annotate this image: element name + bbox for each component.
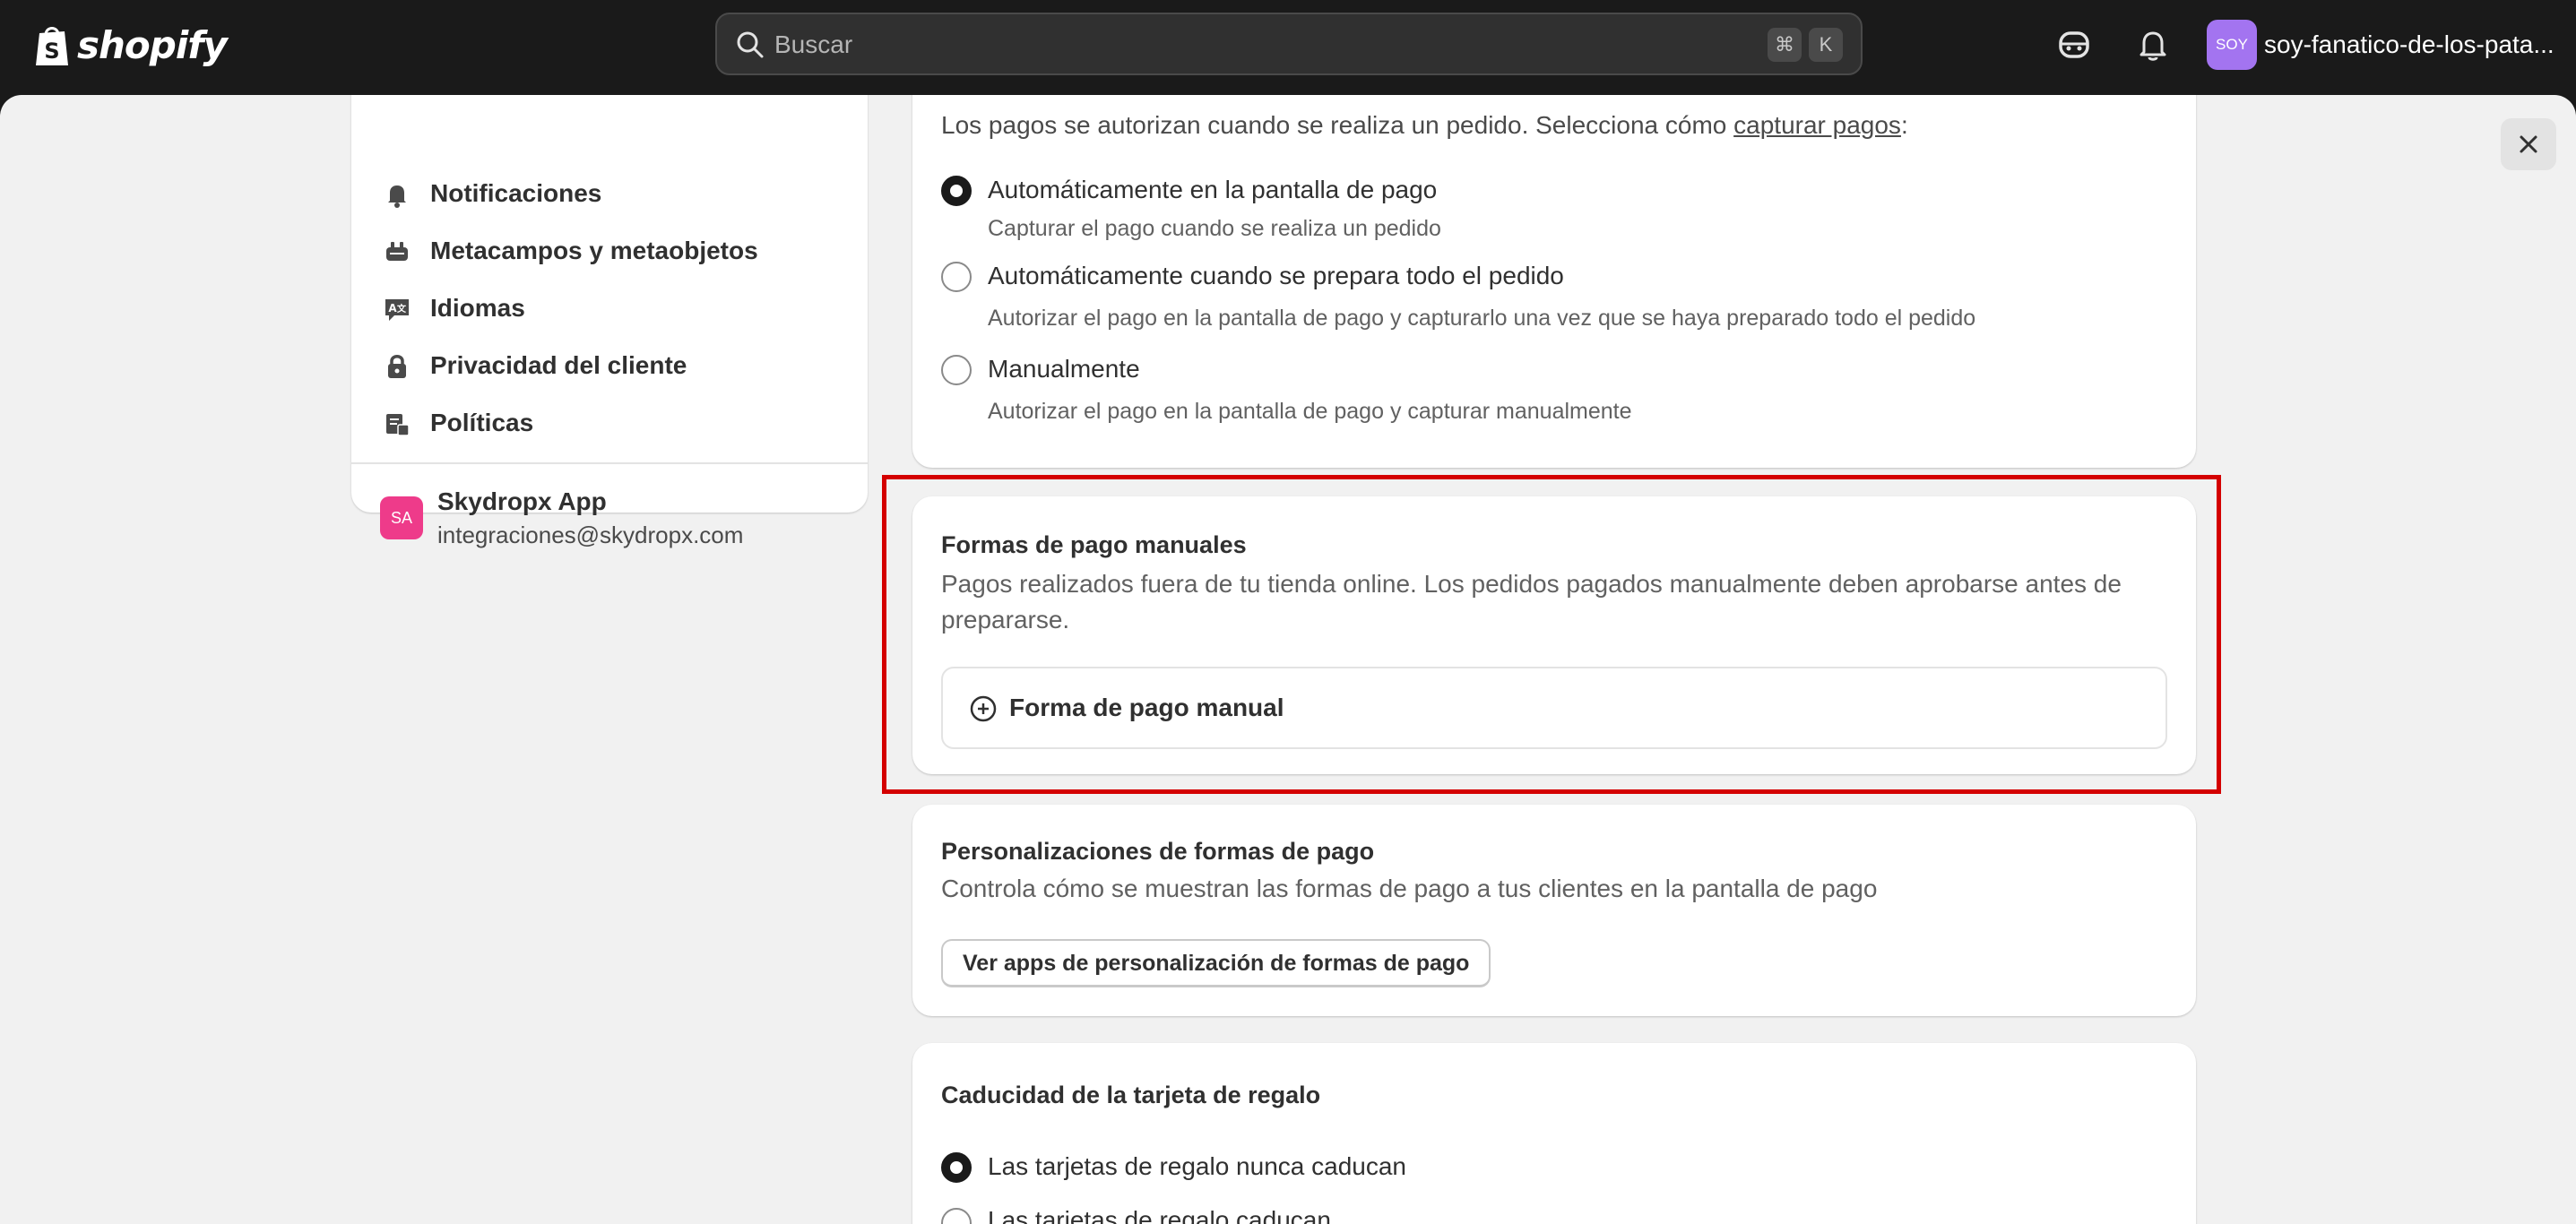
radio-gift-expire[interactable] [941, 1208, 972, 1224]
search-bar[interactable]: Buscar ⌘ K [715, 13, 1863, 75]
app-avatar: SA [380, 496, 423, 539]
radio-capture-auto-fulfilled[interactable] [941, 262, 972, 292]
option-label[interactable]: Las tarjetas de regalo caducan [988, 1204, 1331, 1224]
view-customization-apps-button[interactable]: Ver apps de personalización de formas de… [941, 939, 1491, 987]
sidebar-item-notifications[interactable]: Notificaciones [351, 168, 868, 219]
sidebar-item-policies[interactable]: Políticas [351, 398, 868, 448]
shopify-bag-icon: S [36, 27, 68, 65]
close-settings-button[interactable] [2501, 118, 2556, 170]
option-help: Autorizar el pago en la pantalla de pago… [988, 306, 1976, 331]
notifications-bell-icon[interactable] [2133, 25, 2173, 65]
payment-capture-card: Los pagos se autorizan cuando se realiza… [912, 95, 2196, 468]
card-title: Caducidad de la tarjeta de regalo [941, 1082, 1321, 1108]
payment-customizations-card: Personalizaciones de formas de pago Cont… [912, 805, 2196, 1016]
card-description: Pagos realizados fuera de tu tienda onli… [941, 570, 2122, 634]
settings-surface: Notificaciones Metacampos y metaobjetos … [0, 95, 2576, 1224]
shortcut-cmd-key: ⌘ [1768, 28, 1802, 62]
metafields-icon [386, 242, 408, 261]
languages-icon: A 文 [385, 299, 409, 321]
search-placeholder: Buscar [774, 30, 853, 58]
gift-card-expiration-card: Caducidad de la tarjeta de regalo Las ta… [912, 1043, 2196, 1224]
sidebar-item-languages[interactable]: A 文 Idiomas [351, 283, 868, 333]
store-avatar[interactable]: SOY [2207, 20, 2257, 70]
svg-text:A: A [388, 302, 397, 315]
add-manual-payment-method-button[interactable]: Forma de pago manual [941, 667, 2167, 749]
sidebar-item-metafields[interactable]: Metacampos y metaobjetos [351, 226, 868, 276]
card-description: Controla cómo se muestran las formas de … [941, 875, 1878, 902]
svg-text:文: 文 [397, 303, 407, 315]
sidebar-item-customer-privacy[interactable]: Privacidad del cliente [351, 340, 868, 391]
shortcut-k-key: K [1809, 28, 1843, 62]
lock-icon [388, 355, 406, 378]
shopify-logo[interactable]: S shopify [34, 20, 228, 70]
option-label[interactable]: Las tarjetas de regalo nunca caducan [988, 1151, 1406, 1183]
card-title: Personalizaciones de formas de pago [941, 838, 1375, 865]
search-icon [737, 31, 764, 58]
radio-gift-never-expire[interactable] [941, 1152, 972, 1183]
sidebar-item-label: Idiomas [430, 294, 525, 322]
radio-capture-auto-checkout[interactable] [941, 176, 972, 206]
card-title: Formas de pago manuales [941, 531, 1247, 558]
option-label[interactable]: Automáticamente cuando se prepara todo e… [988, 260, 1564, 292]
radio-capture-manual[interactable] [941, 355, 972, 385]
add-manual-payment-label: Forma de pago manual [1009, 694, 1284, 721]
top-bar: S shopify Buscar ⌘ K SOY soy-fanatico-de… [0, 0, 2576, 95]
sidekick-icon[interactable] [2054, 25, 2094, 65]
svg-text:S: S [44, 39, 59, 64]
plus-circle-icon [970, 695, 997, 722]
policies-icon [386, 414, 410, 436]
settings-nav: Notificaciones Metacampos y metaobjetos … [351, 95, 868, 548]
option-label[interactable]: Manualmente [988, 353, 1140, 385]
sidebar-item-label: Privacidad del cliente [430, 351, 687, 379]
app-name[interactable]: Skydropx App [437, 486, 607, 518]
sidebar-item-label: Notificaciones [430, 179, 602, 207]
sidebar-item-label: Políticas [430, 409, 534, 436]
bell-icon [388, 185, 406, 208]
store-name[interactable]: soy-fanatico-de-los-pata... [2264, 27, 2554, 63]
option-label[interactable]: Automáticamente en la pantalla de pago [988, 174, 1437, 206]
option-help: Autorizar el pago en la pantalla de pago… [988, 399, 1632, 424]
close-icon [2520, 135, 2537, 153]
brand-wordmark: shopify [77, 22, 228, 67]
capture-intro: Los pagos se autorizan cuando se realiza… [941, 111, 1908, 139]
manual-payment-methods-card: Formas de pago manuales Pagos realizados… [912, 496, 2196, 774]
option-help: Capturar el pago cuando se realiza un pe… [988, 216, 1441, 241]
capture-payments-link[interactable]: capturar pagos [1733, 111, 1901, 139]
divider [351, 462, 868, 464]
sidebar-item-label: Metacampos y metaobjetos [430, 237, 758, 264]
app-email: integraciones@skydropx.com [437, 521, 744, 548]
